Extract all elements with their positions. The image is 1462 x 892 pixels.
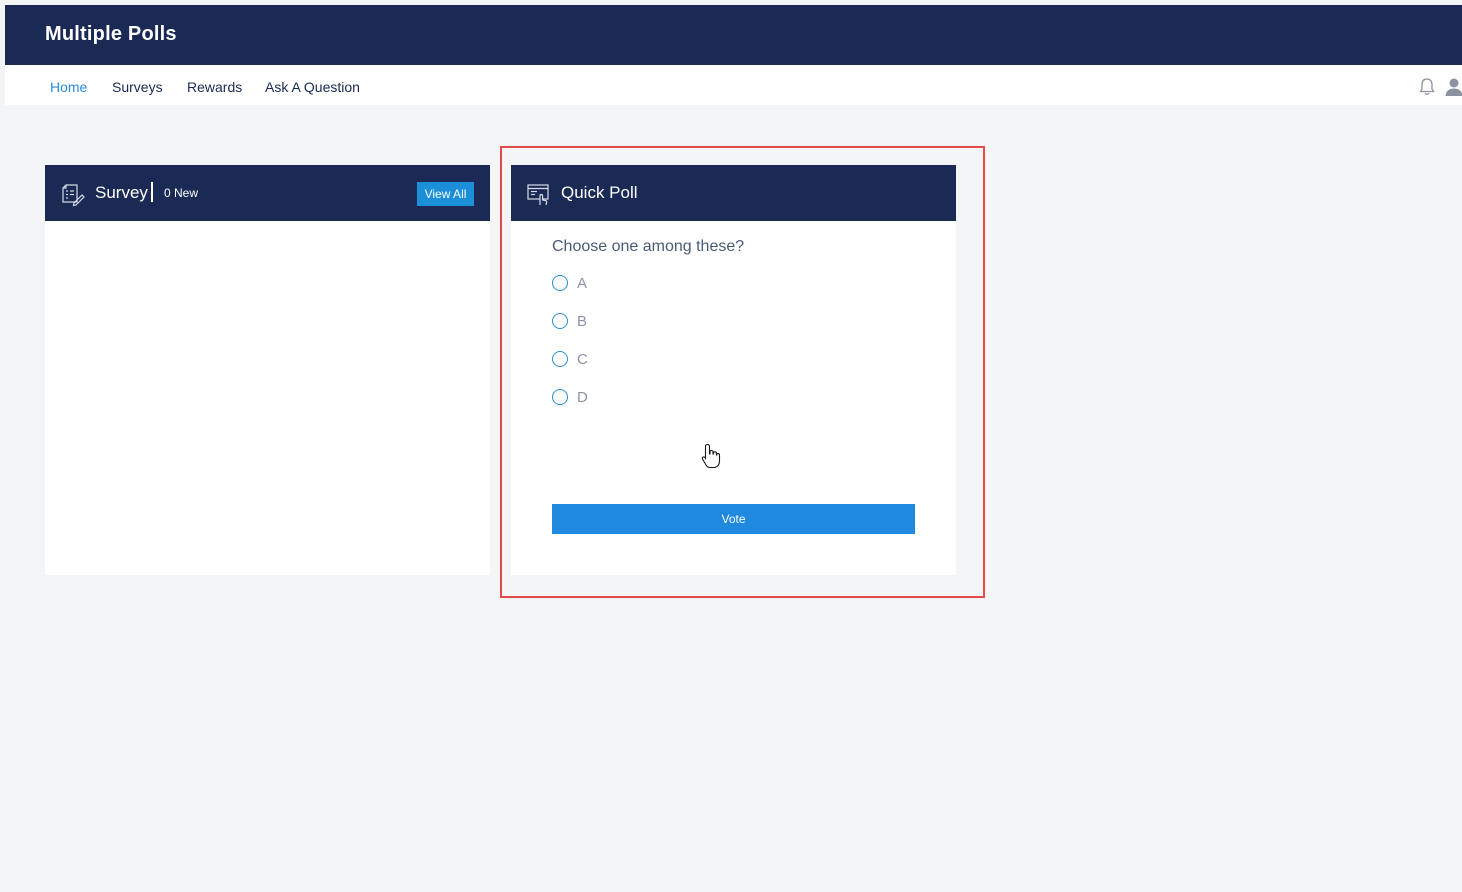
highlight-box <box>500 146 985 598</box>
top-header: Multiple Polls <box>5 5 1462 65</box>
app-title: Multiple Polls <box>45 23 177 45</box>
bell-icon[interactable] <box>1418 77 1436 97</box>
main-navigation: Home Surveys Rewards Ask A Question <box>5 65 1462 105</box>
nav-surveys[interactable]: Surveys <box>112 79 163 95</box>
survey-card: Survey 0 New View All <box>45 165 490 575</box>
survey-card-title: Survey <box>95 183 148 202</box>
nav-home[interactable]: Home <box>50 79 87 95</box>
view-all-button[interactable]: View All <box>417 182 474 206</box>
hand-cursor-icon <box>701 443 721 469</box>
nav-ask-a-question[interactable]: Ask A Question <box>265 79 360 95</box>
nav-rewards[interactable]: Rewards <box>187 79 242 95</box>
survey-new-count: 0 New <box>164 186 199 200</box>
user-avatar-icon[interactable] <box>1444 77 1462 97</box>
header-divider <box>151 182 153 202</box>
survey-card-header: Survey 0 New View All <box>45 165 490 221</box>
survey-document-icon <box>62 184 85 207</box>
